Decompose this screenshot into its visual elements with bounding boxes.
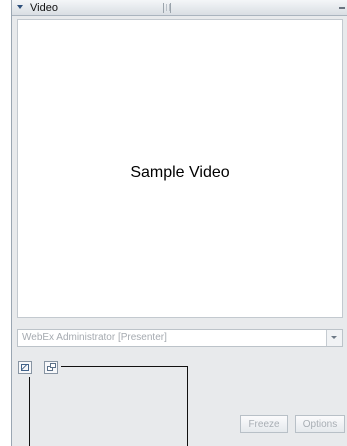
window-restore-button[interactable]	[44, 361, 58, 374]
collapse-arrow-icon[interactable]	[16, 3, 25, 12]
callout-line-left	[29, 377, 30, 446]
video-panel: Video Sample Video WebEx Administrator […	[11, 0, 347, 446]
video-settings-button[interactable]	[18, 361, 32, 374]
window-restore-icon-front	[50, 363, 56, 368]
presenter-selected-value: WebEx Administrator [Presenter]	[22, 332, 167, 343]
chevron-down-icon[interactable]	[326, 330, 342, 346]
callout-line-right-horizontal	[61, 366, 187, 367]
callout-line-right-vertical	[187, 366, 188, 446]
options-button[interactable]: Options	[295, 415, 345, 433]
minimize-icon[interactable]	[339, 7, 345, 9]
panel-grip-icon[interactable]	[163, 3, 171, 13]
freeze-button[interactable]: Freeze	[240, 415, 288, 433]
panel-title: Video	[30, 2, 58, 14]
video-placeholder-text: Sample Video	[130, 164, 230, 181]
presenter-select[interactable]: WebEx Administrator [Presenter]	[17, 329, 343, 347]
video-display: Sample Video	[17, 19, 343, 318]
panel-titlebar: Video	[12, 0, 347, 16]
video-settings-icon	[21, 364, 29, 371]
